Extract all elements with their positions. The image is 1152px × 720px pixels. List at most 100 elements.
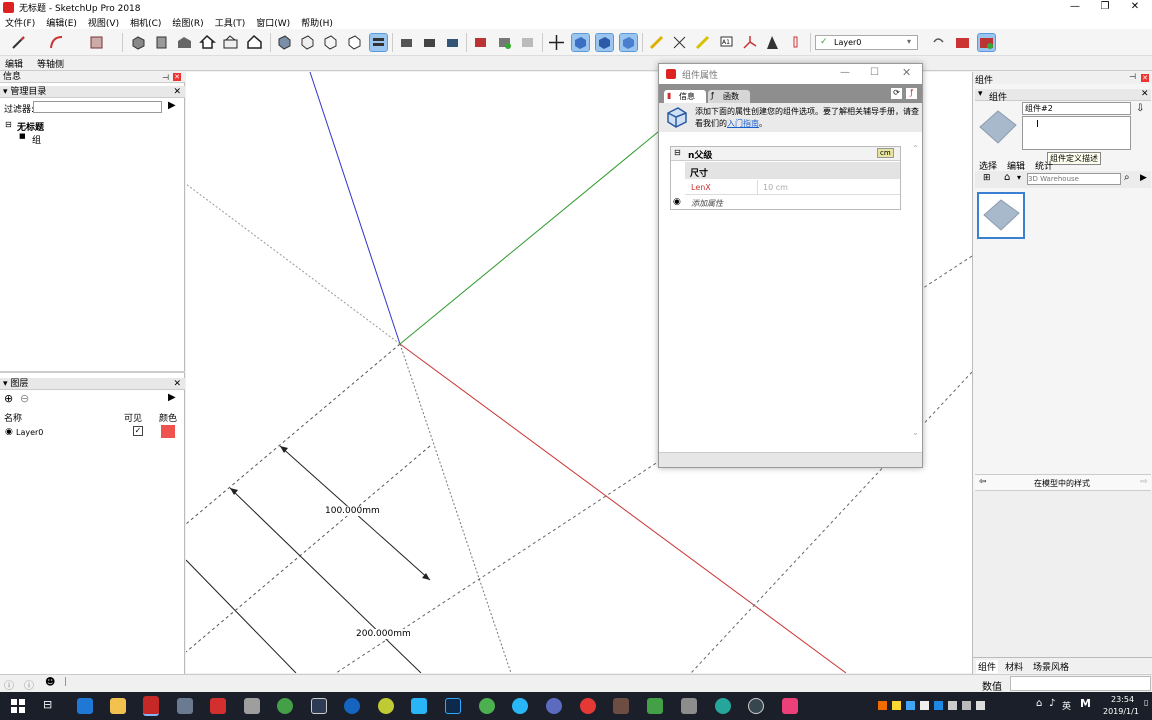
tray-tab-styles[interactable]: 场景风格 xyxy=(1033,660,1069,673)
pin-icon[interactable]: ⊣ xyxy=(1129,72,1136,81)
photoshop-icon[interactable] xyxy=(445,698,461,714)
remove-layer-icon[interactable]: ⊖ xyxy=(20,392,29,405)
view-options-icon[interactable]: ⊞ xyxy=(983,173,991,183)
wireframe-icon[interactable] xyxy=(322,34,339,51)
tab-info[interactable]: ▮ 信息 xyxy=(664,90,706,103)
tray-icon-1[interactable] xyxy=(878,701,887,710)
layer-color-icon[interactable] xyxy=(977,33,996,52)
geolocation-icon[interactable]: ⓘ xyxy=(4,677,14,692)
add-attribute-icon[interactable]: ◉ xyxy=(673,197,681,207)
layers-header[interactable]: ▾ 图层 ✕ xyxy=(0,378,185,390)
taskbar-app-icon-3[interactable] xyxy=(344,698,360,714)
tray-icon-6[interactable] xyxy=(948,701,957,710)
home-icon[interactable] xyxy=(199,34,216,51)
close-icon[interactable]: ✕ xyxy=(173,378,181,390)
pan-icon[interactable] xyxy=(595,33,614,52)
calculator-icon[interactable] xyxy=(244,698,260,714)
component-options-icon[interactable] xyxy=(496,34,513,51)
collapse-icon[interactable]: ⊟ xyxy=(674,148,681,157)
back-icon[interactable]: ⇦ xyxy=(979,477,987,487)
forward-icon[interactable]: ⇨ xyxy=(1140,477,1148,487)
menu-tools[interactable]: 工具(T) xyxy=(215,16,246,29)
tray-icon-2[interactable] xyxy=(892,701,901,710)
component-name-input[interactable]: 组件#2 xyxy=(1022,102,1131,115)
tray-icon-3[interactable] xyxy=(906,701,915,710)
taskbar-app-icon-7[interactable] xyxy=(647,698,663,714)
ime-mode-icon[interactable]: M xyxy=(1080,697,1091,710)
visible-checkbox[interactable]: ✓ xyxy=(133,426,143,436)
cloud-icon[interactable] xyxy=(512,698,528,714)
menu-edit[interactable]: 编辑(E) xyxy=(46,16,77,29)
minimize-button[interactable]: — xyxy=(840,67,850,78)
dimension-label-2[interactable]: 200.000mm xyxy=(356,629,411,639)
components-header[interactable]: ▾ 组件 ✕ xyxy=(975,89,1151,103)
file-explorer-icon[interactable] xyxy=(110,698,126,714)
collapse-icon[interactable]: ⊟ xyxy=(5,120,12,129)
tray-tab-components[interactable]: 组件 xyxy=(976,660,999,673)
extension-warehouse-icon[interactable] xyxy=(222,34,239,51)
close-icon[interactable]: ✕ xyxy=(173,86,181,98)
shaded-icon[interactable] xyxy=(276,34,293,51)
telegram-icon[interactable] xyxy=(411,698,427,714)
edge-icon[interactable] xyxy=(77,698,93,714)
home-icon[interactable]: ⌂ xyxy=(1004,172,1010,183)
search-taskbar-icon[interactable] xyxy=(715,698,731,714)
maximize-button[interactable]: ☐ xyxy=(870,67,879,78)
house-outline-icon[interactable] xyxy=(246,34,263,51)
export-icon[interactable]: ⇩ xyxy=(1136,103,1144,114)
notifications-icon[interactable]: ▯ xyxy=(1144,698,1148,707)
sketchup-taskbar-icon[interactable] xyxy=(143,696,159,716)
taskbar-app-icon-4[interactable] xyxy=(378,698,394,714)
taskbar-app-icon-2[interactable] xyxy=(311,698,327,714)
scroll-down-icon[interactable]: ⌄ xyxy=(912,428,919,437)
menu-help[interactable]: 帮助(H) xyxy=(301,16,333,29)
toggle-formula-icon[interactable]: ƒ xyxy=(906,88,917,99)
outliner-header[interactable]: ▾ 管理目录 ✕ xyxy=(0,86,185,98)
layer-manager-icon[interactable] xyxy=(954,34,971,51)
scroll-up-icon[interactable]: ⌃ xyxy=(912,144,919,153)
taskbar-app-icon-1[interactable] xyxy=(177,698,193,714)
windows-start-icon[interactable] xyxy=(10,698,26,714)
acrobat-icon[interactable] xyxy=(210,698,226,714)
close-icon[interactable]: ✕ xyxy=(1141,89,1149,99)
getting-started-link[interactable]: 入门指南 xyxy=(727,119,759,128)
add-attribute-row[interactable]: ◉ 添加属性 xyxy=(671,196,900,210)
refresh-icon[interactable]: ⟳ xyxy=(891,88,902,99)
warehouse-icon[interactable] xyxy=(176,34,193,51)
layer-name[interactable]: Layer0 xyxy=(16,428,43,437)
tray-icon-8[interactable] xyxy=(976,701,985,710)
monochrome-icon[interactable] xyxy=(369,33,388,52)
attribute-value[interactable]: 10 cm xyxy=(763,183,788,192)
close-icon[interactable]: ✕ xyxy=(1141,74,1149,82)
xray-icon[interactable] xyxy=(299,34,316,51)
tray-icon-5[interactable] xyxy=(934,701,943,710)
dimension-icon[interactable] xyxy=(671,34,688,51)
menu-window[interactable]: 窗口(W) xyxy=(256,16,290,29)
component-thumbnail[interactable] xyxy=(977,192,1025,239)
tape-measure-icon[interactable] xyxy=(648,34,665,51)
attribute-row[interactable]: LenX 10 cm xyxy=(685,180,900,195)
scene-tab-iso[interactable]: 等轴侧 xyxy=(37,57,64,70)
orbit-icon[interactable] xyxy=(571,33,590,52)
rectangle-icon[interactable] xyxy=(88,34,105,51)
chevron-down-icon[interactable]: ▾ xyxy=(1017,173,1021,182)
add-layer-icon[interactable]: ⊕ xyxy=(4,392,13,405)
tray-icon-4[interactable] xyxy=(920,701,929,710)
user-icon[interactable]: ☻ xyxy=(45,677,55,688)
taskbar-app-icon-5[interactable] xyxy=(546,698,562,714)
zoom-icon[interactable] xyxy=(619,33,638,52)
taskbar-app-icon-6[interactable] xyxy=(613,698,629,714)
tray-icon-7[interactable] xyxy=(962,701,971,710)
volume-icon[interactable]: ♪ xyxy=(1049,698,1055,709)
layer-color-swatch[interactable] xyxy=(161,425,175,438)
ime-indicator[interactable]: 英 xyxy=(1062,699,1071,712)
attribute-name[interactable]: LenX xyxy=(691,183,711,192)
arrow-right-icon[interactable]: ▶ xyxy=(1140,173,1147,183)
pencil-icon[interactable] xyxy=(10,34,27,51)
tab-functions[interactable]: ƒ 函数 xyxy=(708,90,750,103)
hidden-line-icon[interactable] xyxy=(346,34,363,51)
text-icon[interactable]: A1 xyxy=(718,34,735,51)
wechat-icon[interactable] xyxy=(479,698,495,714)
taskbar-app-icon-9[interactable] xyxy=(748,698,764,714)
taskbar-app-icon-8[interactable] xyxy=(681,698,697,714)
